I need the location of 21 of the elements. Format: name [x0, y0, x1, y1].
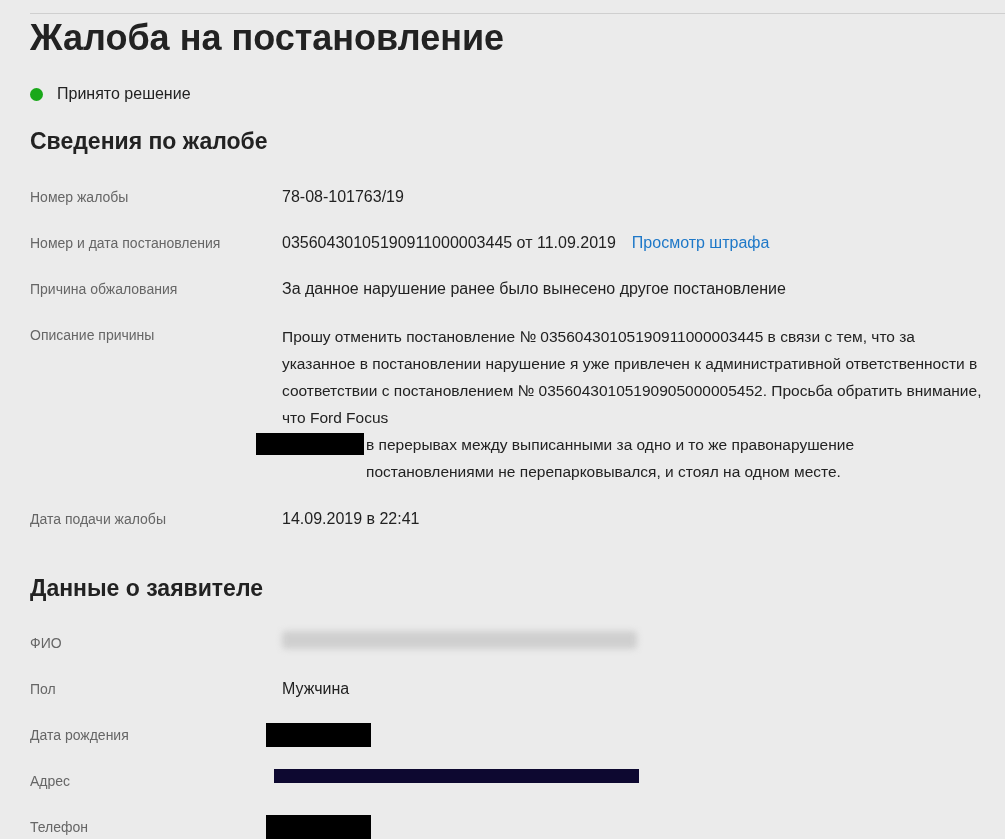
status-label: Принято решение — [57, 84, 191, 104]
section-heading: Данные о заявителе — [30, 573, 264, 603]
field-label: Номер и дата постановления — [30, 233, 222, 253]
field-label: Номер жалобы — [30, 187, 130, 207]
field-value: 78-08-101763/19 — [282, 186, 404, 207]
section-heading: Сведения по жалобе — [30, 127, 269, 156]
description-text: в перерывах между выписанными за одно и то же правонарушение постановлениями не перепарковывался, и стоял на одном месте. — [366, 434, 856, 482]
field-label: Пол — [30, 680, 57, 699]
field-value: 03560430105190911000003445 от 11.09.2019 — [282, 232, 616, 253]
field-label: Причина обжалования — [30, 279, 179, 299]
field-label: ФИО — [30, 634, 63, 653]
field-label: Адрес — [30, 772, 72, 791]
page-title: Жалоба на постановление — [30, 18, 506, 58]
field-label: Дата рождения — [30, 726, 130, 745]
field-label: Телефон — [30, 818, 90, 837]
field-value: За данное нарушение ранее было вынесено другое постановление — [282, 278, 786, 299]
field-label: Дата подачи жалобы — [30, 509, 167, 529]
field-label: Описание причины — [30, 325, 156, 345]
field-value: 14.09.2019 в 22:41 — [282, 508, 420, 529]
view-fine-link[interactable]: Просмотр штрафа — [631, 230, 770, 255]
field-value: Мужчина — [282, 679, 350, 699]
